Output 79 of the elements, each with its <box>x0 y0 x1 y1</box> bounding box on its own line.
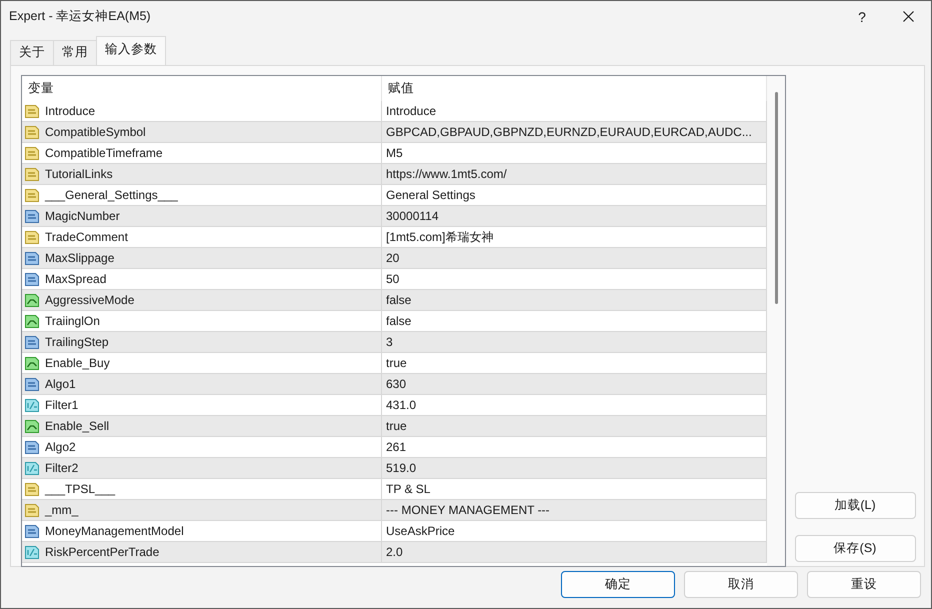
dialog-button[interactable]: 重设 <box>807 571 921 598</box>
number-type-icon <box>24 250 40 266</box>
variable-name: ___General_Settings___ <box>45 188 178 202</box>
text-type-icon <box>24 124 40 140</box>
side-button[interactable]: 加载(L) <box>794 492 916 519</box>
toggle-type-icon <box>24 418 40 434</box>
text-type-icon <box>24 166 40 182</box>
text-type-icon <box>24 229 40 245</box>
variable-value: [1mt5.com]希瑞女神 <box>386 228 494 246</box>
text-type-icon <box>24 187 40 203</box>
variable-name: MaxSlippage <box>45 251 114 265</box>
variable-value: --- MONEY MANAGEMENT --- <box>386 503 550 517</box>
variable-value: 30000114 <box>386 209 438 223</box>
variable-name: CompatibleSymbol <box>45 125 146 139</box>
variable-name: TradeComment <box>45 230 128 244</box>
number-type-icon <box>24 523 40 539</box>
number-type-icon <box>24 271 40 287</box>
variable-name: Algo1 <box>45 377 76 391</box>
variable-value: 50 <box>386 272 400 286</box>
variable-name: _mm_ <box>45 503 78 517</box>
number-type-icon <box>24 208 40 224</box>
variable-name: TutorialLinks <box>45 167 113 181</box>
variable-name: MaxSpread <box>45 272 106 286</box>
variable-name: MagicNumber <box>45 209 120 223</box>
help-button[interactable]: ? <box>839 8 885 24</box>
dialog-button[interactable]: 取消 <box>684 571 798 598</box>
variable-name: Filter1 <box>45 398 78 412</box>
variable-value: 20 <box>386 251 400 265</box>
variable-name: TraiinglOn <box>45 314 100 328</box>
variable-value: UseAskPrice <box>386 524 455 538</box>
number-type-icon <box>24 439 40 455</box>
variable-value: 431.0 <box>386 398 416 412</box>
scrollbar[interactable] <box>767 76 785 566</box>
text-type-icon <box>24 481 40 497</box>
text-type-icon <box>24 502 40 518</box>
variable-value: true <box>386 419 407 433</box>
number-type-icon <box>24 334 40 350</box>
variable-name: MoneyManagementModel <box>45 524 184 538</box>
number-type-icon <box>24 376 40 392</box>
variable-name: Enable_Sell <box>45 419 110 433</box>
variable-value: false <box>386 293 412 307</box>
text-type-icon <box>24 103 40 119</box>
tab[interactable]: 关于 <box>10 40 54 65</box>
toggle-type-icon <box>24 313 40 329</box>
tab[interactable]: 输入参数 <box>96 36 166 65</box>
variable-name: ___TPSL___ <box>45 482 116 496</box>
text-type-icon <box>24 145 40 161</box>
variable-value: true <box>386 356 407 370</box>
variable-value: TP & SL <box>386 482 430 496</box>
variable-value: https://www.1mt5.com/ <box>386 167 507 181</box>
variable-name: Algo2 <box>45 440 76 454</box>
dialog-button[interactable]: 确定 <box>561 571 675 598</box>
variable-value: 261 <box>386 440 406 454</box>
variable-name: Enable_Buy <box>45 356 110 370</box>
fraction-type-icon <box>24 397 40 413</box>
variable-name: AggressiveMode <box>45 293 134 307</box>
variable-value: 3 <box>386 335 393 349</box>
variable-value: M5 <box>386 146 403 160</box>
variable-name: Filter2 <box>45 461 78 475</box>
window-title: Expert - 幸运女神EA(M5) <box>9 8 152 25</box>
variable-name: TrailingStep <box>45 335 109 349</box>
scrollbar-thumb[interactable] <box>775 92 778 304</box>
variable-name: RiskPercentPerTrade <box>45 545 160 559</box>
variable-value: General Settings <box>386 188 476 202</box>
side-button[interactable]: 保存(S) <box>794 535 916 562</box>
toggle-type-icon <box>24 355 40 371</box>
variable-value: GBPCAD,GBPAUD,GBPNZD,EURNZD,EURAUD,EURCAD,AUDC... <box>386 125 752 139</box>
variable-value: 630 <box>386 377 406 391</box>
variable-value: 519.0 <box>386 461 416 475</box>
variable-value: Introduce <box>386 104 436 118</box>
close-icon[interactable] <box>902 11 914 22</box>
variable-value: false <box>386 314 412 328</box>
toggle-type-icon <box>24 292 40 308</box>
variable-name: Introduce <box>45 104 96 118</box>
fraction-type-icon <box>24 544 40 560</box>
fraction-type-icon <box>24 460 40 476</box>
variable-value: 2.0 <box>386 545 403 559</box>
variable-name: CompatibleTimeframe <box>45 146 163 160</box>
column-header[interactable]: 变量 <box>22 76 382 101</box>
